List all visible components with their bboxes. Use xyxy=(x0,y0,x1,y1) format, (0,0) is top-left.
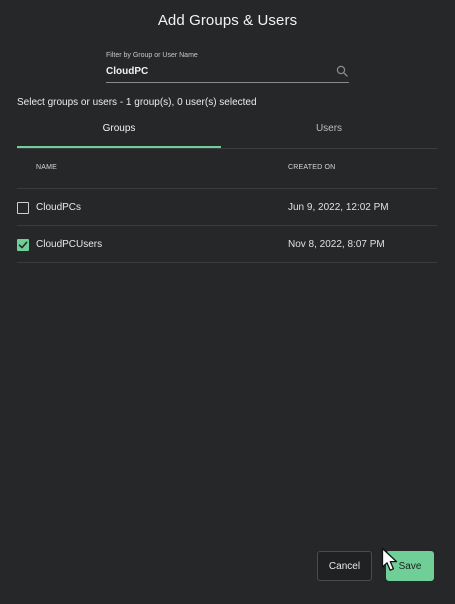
row-checkbox[interactable] xyxy=(17,202,29,214)
cancel-button[interactable]: Cancel xyxy=(317,551,372,581)
filter-label: Filter by Group or User Name xyxy=(106,52,198,59)
tab-bar: Groups Users xyxy=(17,115,437,149)
row-checkbox-checked[interactable] xyxy=(17,239,29,251)
filter-field[interactable]: Filter by Group or User Name xyxy=(106,52,349,83)
checkmark-icon xyxy=(18,241,28,249)
row-created-on: Nov 8, 2022, 8:07 PM xyxy=(288,239,385,250)
tab-groups[interactable]: Groups xyxy=(17,115,221,148)
search-icon[interactable] xyxy=(336,65,348,77)
dialog-title: Add Groups & Users xyxy=(157,12,298,29)
row-name: CloudPCUsers xyxy=(36,239,103,250)
mouse-cursor-icon xyxy=(381,547,398,571)
add-groups-users-dialog: Add Groups & Users Filter by Group or Us… xyxy=(0,0,455,604)
row-name: CloudPCs xyxy=(36,202,82,213)
groups-table: NAME CREATED ON CloudPCs Jun 9, 2022, 12… xyxy=(17,152,437,263)
tab-users[interactable]: Users xyxy=(221,115,437,146)
table-row[interactable]: CloudPCUsers Nov 8, 2022, 8:07 PM xyxy=(17,225,437,263)
column-header-name[interactable]: NAME xyxy=(36,164,57,171)
column-header-created-on[interactable]: CREATED ON xyxy=(288,164,335,171)
filter-input[interactable] xyxy=(106,63,331,79)
table-row[interactable]: CloudPCs Jun 9, 2022, 12:02 PM xyxy=(17,188,437,225)
row-created-on: Jun 9, 2022, 12:02 PM xyxy=(288,202,389,213)
table-header: NAME CREATED ON xyxy=(17,152,437,188)
selection-summary: Select groups or users - 1 group(s), 0 u… xyxy=(17,97,257,108)
